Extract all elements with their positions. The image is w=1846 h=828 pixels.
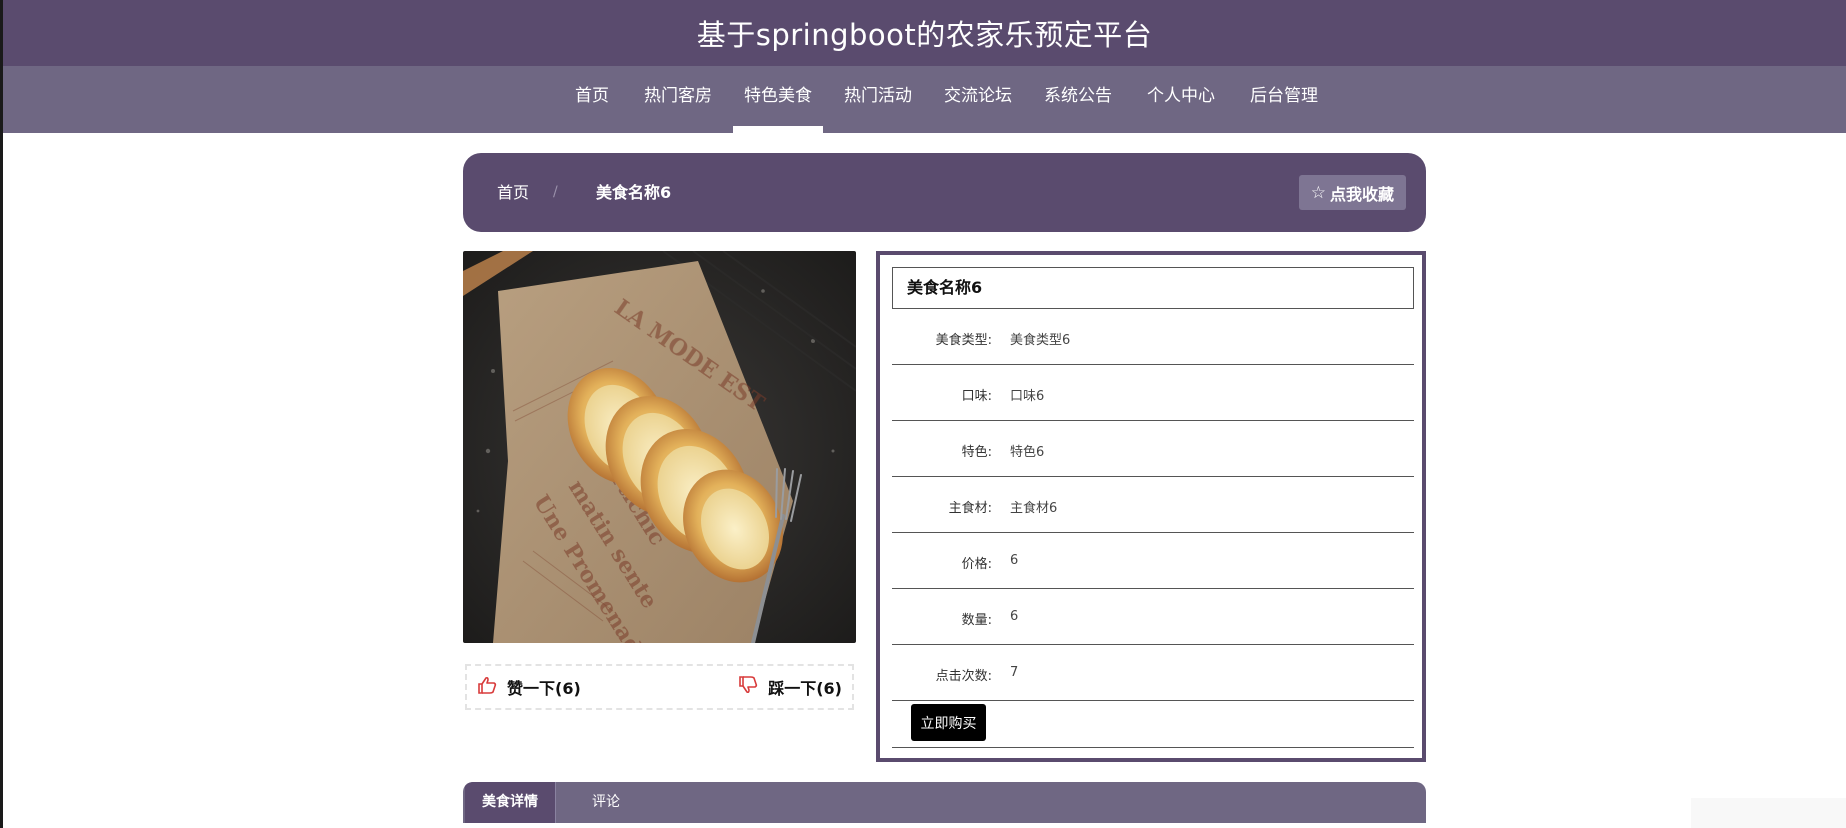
breadcrumb-home-link[interactable]: 首页	[497, 153, 529, 232]
detail-row-click-count: 点击次数: 7	[892, 645, 1414, 701]
detail-key: 特色:	[961, 445, 992, 460]
detail-row-quantity: 数量: 6	[892, 589, 1414, 645]
detail-row-flavor: 口味: 口味6	[892, 365, 1414, 421]
detail-value: 口味6	[1010, 389, 1045, 404]
detail-key: 价格:	[961, 557, 992, 572]
breadcrumb: 首页 / 美食名称6 ☆ 点我收藏	[463, 153, 1426, 232]
site-title: 基于springboot的农家乐预定平台	[696, 18, 1153, 52]
food-name-title: 美食名称6	[892, 267, 1414, 309]
detail-value: 7	[1010, 665, 1019, 680]
dislike-button[interactable]: 踩一下(6)	[738, 666, 842, 708]
tab-content-top	[463, 823, 1426, 828]
nav-item-specialty-food[interactable]: 特色美食	[733, 66, 823, 133]
detail-value: 6	[1010, 609, 1019, 624]
breadcrumb-separator: /	[553, 184, 558, 200]
detail-key: 口味:	[961, 389, 992, 404]
vote-box: 赞一下(6) 踩一下(6)	[465, 664, 854, 710]
favorite-button-label: 点我收藏	[1329, 184, 1394, 204]
thumbs-up-icon	[477, 676, 497, 698]
detail-key: 点击次数:	[935, 669, 992, 684]
food-image: LA MODE EST Une Promenade matin sente ar…	[463, 251, 856, 643]
nav-item-hot-activities[interactable]: 热门活动	[842, 66, 914, 133]
detail-value: 主食材6	[1010, 501, 1058, 516]
food-detail-panel: 美食名称6 美食类型: 美食类型6 口味: 口味6 特色: 特色6 主食材: 主…	[876, 251, 1426, 762]
detail-row-feature: 特色: 特色6	[892, 421, 1414, 477]
detail-row-price: 价格: 6	[892, 533, 1414, 589]
buy-now-button[interactable]: 立即购买	[911, 704, 986, 741]
like-button[interactable]: 赞一下(6)	[477, 666, 581, 708]
nav-item-announcements[interactable]: 系统公告	[1042, 66, 1114, 133]
like-label: 赞一下(6)	[507, 679, 581, 698]
nav-item-personal-center[interactable]: 个人中心	[1145, 66, 1217, 133]
buy-row: 立即购买	[892, 698, 1414, 748]
detail-value: 美食类型6	[1010, 333, 1071, 348]
dislike-label: 踩一下(6)	[768, 679, 842, 698]
thumbs-down-icon	[738, 676, 758, 698]
main-nav: 首页 热门客房 特色美食 热门活动 交流论坛 系统公告 个人中心 后台管理	[3, 66, 1846, 133]
detail-value: 特色6	[1010, 445, 1045, 460]
tab-food-details[interactable]: 美食详情	[465, 782, 555, 823]
nav-item-hot-rooms[interactable]: 热门客房	[642, 66, 714, 133]
nav-item-home[interactable]: 首页	[572, 66, 612, 133]
favorite-button[interactable]: ☆ 点我收藏	[1298, 175, 1406, 210]
detail-key: 主食材:	[948, 501, 992, 516]
detail-row-main-ingredient: 主食材: 主食材6	[892, 477, 1414, 533]
site-header: 基于springboot的农家乐预定平台	[3, 0, 1846, 66]
detail-key: 美食类型:	[935, 333, 992, 348]
breadcrumb-current: 美食名称6	[596, 183, 672, 202]
nav-item-forum[interactable]: 交流论坛	[942, 66, 1014, 133]
detail-row-food-type: 美食类型: 美食类型6	[892, 309, 1414, 365]
star-outline-icon: ☆	[1310, 182, 1326, 203]
nav-item-admin[interactable]: 后台管理	[1248, 66, 1320, 133]
detail-key: 数量:	[961, 613, 992, 628]
corner-overlay	[1691, 798, 1846, 828]
detail-tabs: 美食详情 评论	[463, 782, 1426, 828]
detail-value: 6	[1010, 553, 1019, 568]
tab-comments[interactable]: 评论	[555, 782, 656, 823]
